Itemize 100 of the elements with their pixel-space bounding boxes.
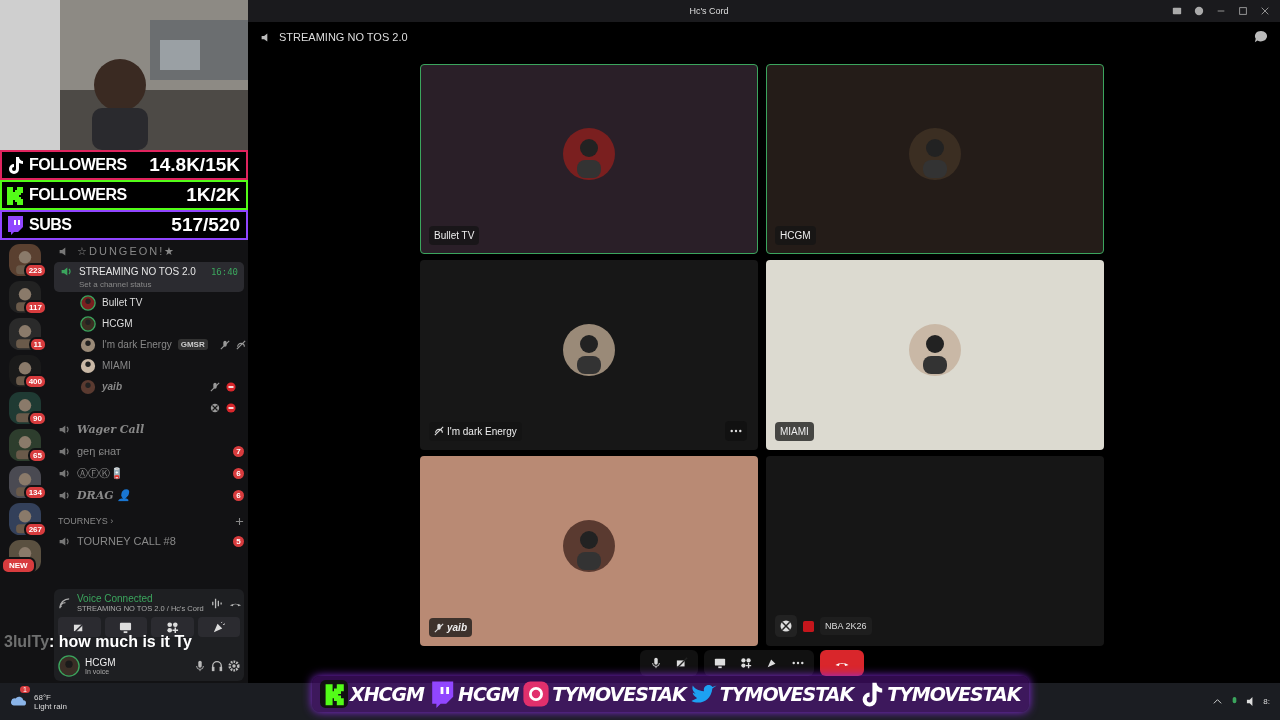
- unread-badge: 223: [23, 263, 47, 278]
- video-tile[interactable]: MIAMI: [766, 260, 1104, 450]
- headphones-icon[interactable]: [211, 660, 223, 672]
- social-handle: TYMOVESTAK: [719, 683, 854, 705]
- k-logo-icon: [5, 185, 25, 205]
- inbox-icon[interactable]: [1172, 6, 1182, 16]
- temperature: 68°F: [34, 692, 52, 702]
- social-handle: TYMOVESTAK: [552, 683, 686, 705]
- share-screen-icon[interactable]: [714, 657, 726, 669]
- party-horn-icon: [212, 620, 226, 634]
- leave-call-button[interactable]: [820, 650, 864, 676]
- plus-icon[interactable]: [235, 516, 244, 526]
- server-icon[interactable]: [9, 318, 41, 350]
- channel-status: Set a channel status: [78, 280, 153, 289]
- microphone-icon[interactable]: [194, 660, 206, 672]
- unread-badge: 90: [28, 411, 47, 426]
- muted-mic-icon: [434, 622, 444, 633]
- chevron-up-icon[interactable]: [1212, 696, 1224, 707]
- avatar: [563, 520, 615, 572]
- avatar: [80, 336, 96, 353]
- channel-name: STREAMING NO TOS 2.0: [79, 266, 196, 277]
- channel-name[interactable]: ☆DUNGEON!★: [77, 244, 177, 258]
- active-channel[interactable]: STREAMING NO TOS 2.0 16:40 Set a channel status: [54, 262, 244, 292]
- unread-badge: 5: [233, 535, 244, 547]
- k-logo-icon: [320, 680, 348, 708]
- avatar: [563, 128, 615, 180]
- speech-box-icon: [5, 215, 25, 235]
- activities-button[interactable]: [151, 617, 194, 637]
- video-tile[interactable]: HCGM: [766, 64, 1104, 254]
- chat-message: : how much is it Ty: [49, 633, 192, 651]
- member-name[interactable]: Bullet TV: [102, 297, 143, 308]
- avatar: [80, 315, 96, 332]
- more-button[interactable]: [725, 421, 747, 441]
- microphone-icon[interactable]: [650, 657, 662, 669]
- ellipsis-icon: [730, 429, 742, 433]
- camera-off-icon[interactable]: [676, 657, 688, 669]
- avatar: [80, 357, 96, 374]
- server-icon[interactable]: [9, 392, 41, 424]
- member-name[interactable]: HCGM: [102, 318, 133, 329]
- unread-badge: 267: [23, 522, 47, 537]
- stat-label: SUBS: [29, 216, 72, 234]
- share-screen-button[interactable]: [104, 617, 147, 637]
- soundboard-icon[interactable]: [766, 657, 778, 669]
- speaker-icon: [60, 265, 73, 278]
- deafened-icon: [434, 426, 444, 436]
- unread-badge: 6: [233, 467, 244, 479]
- channel-name[interactable]: ɡеη ɕнат: [77, 445, 121, 457]
- participant-name: MIAMI: [775, 422, 814, 441]
- settings-icon[interactable]: [228, 660, 240, 672]
- clock: 8:: [1263, 697, 1270, 706]
- participant-name: yaib: [429, 618, 472, 637]
- deafened-icon: [235, 339, 246, 350]
- unread-badge: 65: [28, 448, 47, 463]
- activities-icon[interactable]: [740, 657, 752, 669]
- member-tag: GMSR: [177, 339, 208, 350]
- video-tile[interactable]: Bullet TV: [420, 64, 758, 254]
- chat-icon[interactable]: [1254, 30, 1268, 44]
- social-handle: XHCGM: [350, 683, 424, 705]
- muted-mic-icon: [219, 339, 230, 350]
- close-icon[interactable]: [1260, 6, 1270, 16]
- maximize-icon[interactable]: [1238, 6, 1248, 16]
- camera-off-button[interactable]: [58, 617, 101, 637]
- shapes-icon: [165, 620, 179, 634]
- avatar: [58, 655, 80, 677]
- stat-label: FOLLOWERS: [29, 186, 127, 204]
- video-tile[interactable]: NBA 2K26: [766, 456, 1104, 646]
- channel-name[interactable]: Wager Call: [77, 422, 145, 436]
- member-name[interactable]: yaib: [102, 381, 122, 392]
- server-icon[interactable]: [9, 429, 41, 461]
- monitor-icon: [119, 620, 133, 634]
- elapsed-time: 16:40: [210, 266, 238, 277]
- xbox-icon: [775, 615, 797, 637]
- video-tile[interactable]: yaib: [420, 456, 758, 646]
- xbox-icon: [210, 402, 220, 413]
- phone-icon: [835, 660, 849, 666]
- stat-value: 14.8K/15K: [149, 154, 240, 176]
- unread-badge: 117: [24, 300, 47, 315]
- unread-badge: 7: [233, 445, 244, 457]
- channel-name[interactable]: DRAG 👤: [77, 488, 132, 502]
- channel-title: STREAMING NO TOS 2.0: [279, 31, 408, 43]
- chat-username: 3lulTy: [4, 633, 50, 651]
- waveform-icon[interactable]: [209, 596, 223, 610]
- avatar: [80, 294, 96, 311]
- muted-mic-icon: [210, 381, 220, 392]
- member-name[interactable]: MIAMI: [102, 360, 131, 371]
- unread-badge: NEW: [1, 557, 36, 574]
- user-name: HCGM: [85, 657, 116, 668]
- unread-badge: 134: [23, 485, 47, 500]
- soundboard-button[interactable]: [197, 617, 240, 637]
- video-tile[interactable]: I'm dark Energy: [420, 260, 758, 450]
- weather-condition: Light rain: [34, 701, 67, 711]
- participant-name: Bullet TV: [429, 226, 480, 245]
- channel-name[interactable]: TOURNEY CALL #8: [77, 535, 176, 547]
- stat-label: FOLLOWERS: [29, 156, 127, 174]
- social-handle: TYMOVESTAK: [887, 683, 1021, 705]
- channel-name[interactable]: ⒶⒻⓀ🪫: [77, 465, 124, 481]
- server-icon[interactable]: [9, 503, 41, 535]
- category-name[interactable]: TOURNEYS ›: [58, 516, 114, 526]
- member-name[interactable]: I'm dark Energy: [102, 339, 172, 350]
- game-icon: [803, 620, 814, 632]
